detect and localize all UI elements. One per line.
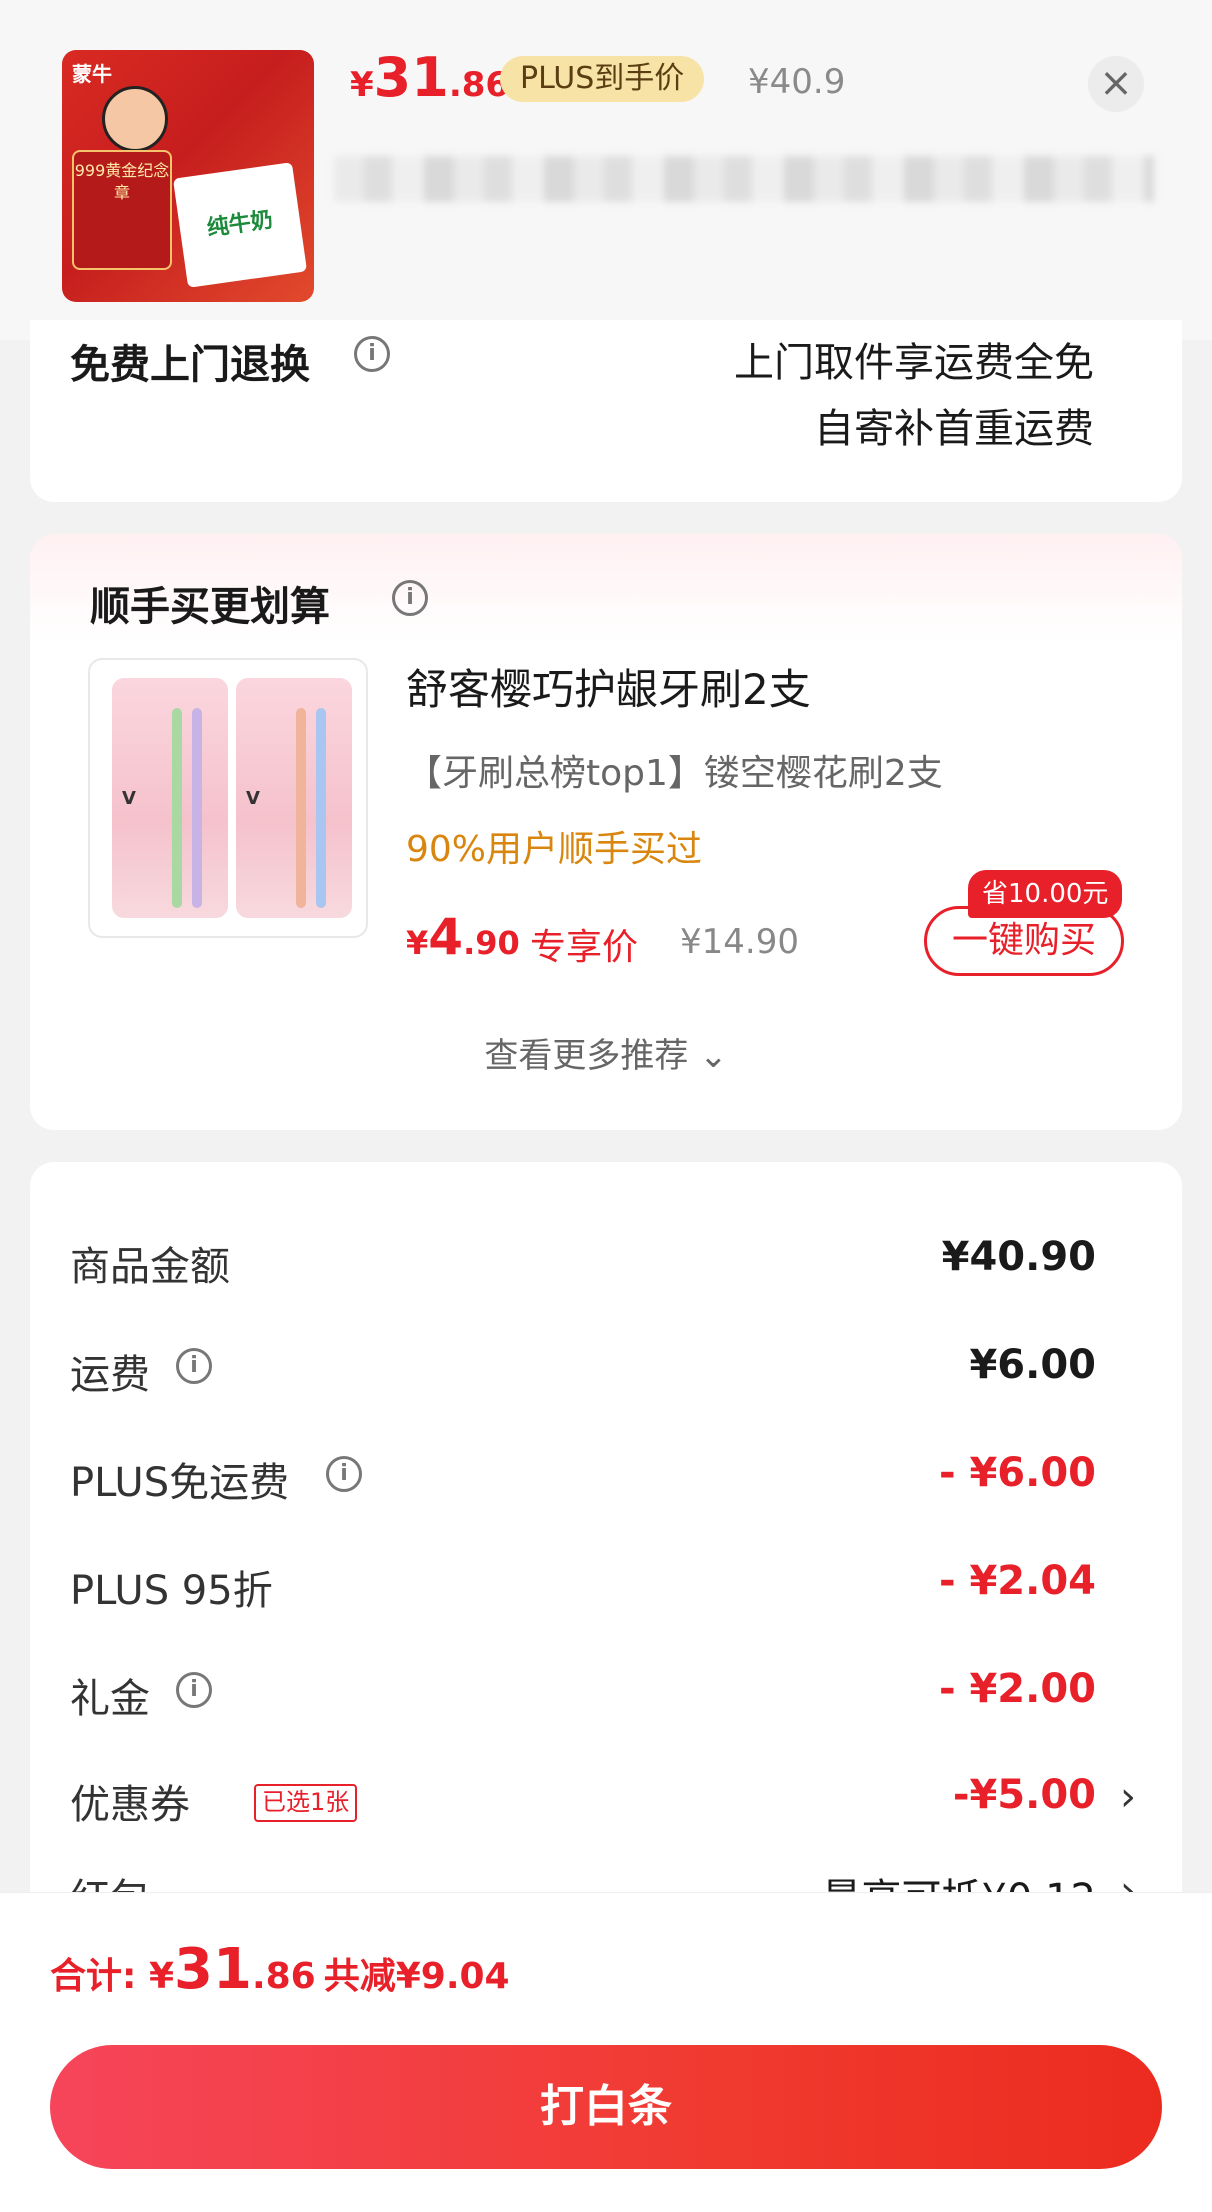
- info-icon[interactable]: i: [392, 580, 428, 616]
- return-self-ship-text: 自寄补首重运费: [814, 406, 1094, 452]
- return-pickup-text: 上门取件享运费全免: [734, 340, 1094, 386]
- social-proof: 90%用户顺手买过: [406, 829, 703, 870]
- toothbrush-pack-image: V: [236, 678, 352, 918]
- price-row-plus-free-shipping: PLUS免运费 i - ¥6.00: [70, 1450, 1096, 1510]
- more-recommend-link[interactable]: 查看更多推荐 ⌄: [30, 1028, 1182, 1077]
- price-integer: 4: [428, 908, 464, 966]
- close-button[interactable]: ×: [1088, 56, 1144, 112]
- price-row-shipping: 运费 i ¥6.00: [70, 1342, 1096, 1402]
- row-value: -¥5.00: [952, 1772, 1096, 1818]
- brush-label-mark: V: [122, 788, 136, 809]
- info-icon[interactable]: i: [176, 1348, 212, 1384]
- total-price: 合计: ¥31.86 共减¥9.04: [50, 1937, 510, 2002]
- row-label: 优惠券: [70, 1782, 190, 1828]
- coupon-selected-tag: 已选1张: [254, 1784, 358, 1822]
- brush-handle: [172, 708, 182, 908]
- price-row-goods: 商品金额 ¥40.90: [70, 1234, 1096, 1294]
- price-decimal: .90: [463, 924, 520, 962]
- product-thumbnail: 蒙牛 999黄金纪念章 纯牛奶: [62, 50, 314, 302]
- pay-baitiao-button[interactable]: 打白条: [50, 2045, 1162, 2169]
- price-row-coupon[interactable]: 优惠券 已选1张 -¥5.00 ›: [70, 1772, 1136, 1832]
- product-description: 【牙刷总榜top1】镂空樱花刷2支: [406, 753, 943, 794]
- checkout-bar: 合计: ¥31.86 共减¥9.04 打白条: [0, 1892, 1212, 2212]
- product-original-price: ¥14.90: [680, 922, 799, 962]
- row-label: PLUS免运费: [70, 1460, 290, 1506]
- info-icon[interactable]: i: [354, 336, 390, 372]
- price-row-plus-discount: PLUS 95折 - ¥2.04: [70, 1558, 1096, 1618]
- recommend-card: 顺手买更划算 i V V 舒客樱巧护龈牙刷2支 【牙刷总榜top1】镂空樱花刷2…: [30, 534, 1182, 1130]
- row-label: 运费: [70, 1352, 150, 1398]
- row-label: 商品金额: [70, 1244, 230, 1290]
- price-decimal: .86: [251, 1956, 316, 1997]
- price-row-gift-money: 礼金 i - ¥2.00: [70, 1666, 1096, 1726]
- return-title: 免费上门退换: [70, 342, 310, 388]
- info-icon[interactable]: i: [326, 1456, 362, 1492]
- toothbrush-image[interactable]: V V: [88, 658, 368, 938]
- brush-label-mark: V: [246, 788, 260, 809]
- product-name[interactable]: 舒客樱巧护龈牙刷2支: [406, 656, 811, 717]
- total-saved: 共减¥9.04: [323, 1956, 510, 1997]
- mascot-image: [102, 86, 168, 152]
- price-detail-card: 商品金额 ¥40.90 运费 i ¥6.00 PLUS免运费 i - ¥6.00…: [30, 1162, 1182, 1922]
- product-header: 蒙牛 999黄金纪念章 纯牛奶 ¥31.86 PLUS到手价 ¥40.9 ×: [0, 0, 1212, 340]
- price-integer: 31: [174, 1937, 252, 2002]
- milk-box-image: 纯牛奶: [172, 162, 308, 288]
- price-integer: 31: [373, 46, 449, 109]
- save-badge: 省10.00元: [968, 870, 1123, 918]
- row-value: - ¥2.04: [938, 1558, 1096, 1604]
- blurred-product-title: [334, 156, 1154, 202]
- info-icon[interactable]: i: [176, 1672, 212, 1708]
- row-value: ¥6.00: [969, 1342, 1096, 1388]
- price-symbol: ¥: [406, 924, 429, 962]
- brush-handle: [296, 708, 306, 908]
- brush-handle: [316, 708, 326, 908]
- total-label: 合计:: [50, 1956, 149, 1997]
- original-price: ¥40.9: [748, 62, 846, 102]
- row-value: - ¥6.00: [938, 1450, 1096, 1496]
- row-label: PLUS 95折: [70, 1568, 273, 1614]
- row-value: ¥40.90: [941, 1234, 1096, 1280]
- price-symbol: ¥: [148, 1956, 174, 1997]
- brand-logo: 蒙牛: [72, 62, 112, 86]
- recommend-title: 顺手买更划算: [90, 584, 330, 630]
- toothbrush-pack-image: V: [112, 678, 228, 918]
- row-value: - ¥2.00: [938, 1666, 1096, 1712]
- brush-handle: [192, 708, 202, 908]
- row-label: 礼金: [70, 1676, 150, 1722]
- close-icon: ×: [1099, 60, 1133, 106]
- promo-badge: 999黄金纪念章: [72, 150, 172, 270]
- return-service-card: 免费上门退换 i 上门取件享运费全免 自寄补首重运费: [30, 320, 1182, 502]
- exclusive-price-label: 专享价: [530, 927, 639, 968]
- price-symbol: ¥: [350, 65, 374, 105]
- plus-price-tag: PLUS到手价: [500, 56, 705, 102]
- plus-price: ¥31.86: [350, 46, 509, 109]
- chevron-right-icon: ›: [1120, 1774, 1136, 1820]
- product-price: ¥4.90: [406, 908, 520, 966]
